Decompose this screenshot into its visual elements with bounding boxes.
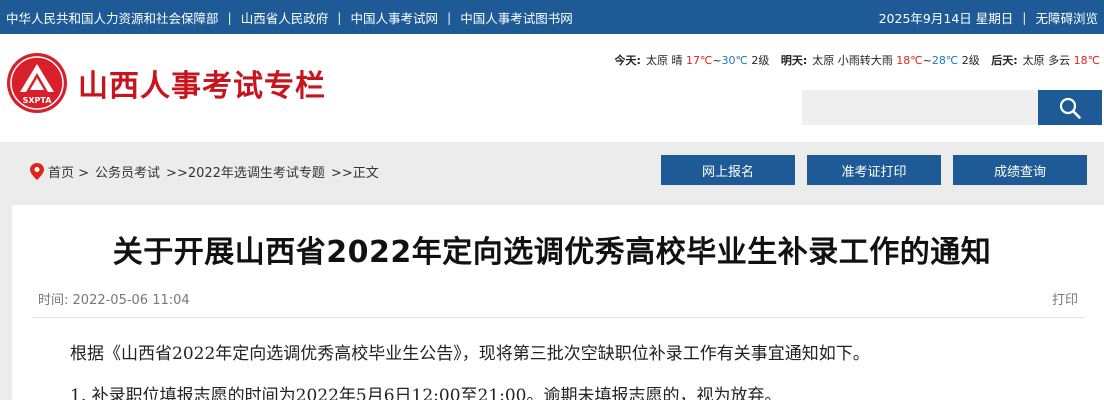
weather-today: 今天: 太原 晴 17℃~30℃ 2级 — [614, 54, 770, 67]
location-pin-icon — [30, 163, 44, 180]
sxpta-logo-icon: SXPTA — [7, 53, 67, 113]
print-link[interactable]: 打印 — [1052, 289, 1078, 308]
site-name: 山西人事考试专栏 — [78, 69, 326, 104]
link-cpta[interactable]: 中国人事考试网 — [350, 8, 438, 27]
article-paragraph: 根据《山西省2022年定向选调优秀高校毕业生公告》，现将第三批次空缺职位补录工作… — [70, 344, 870, 364]
breadcrumb-topic[interactable]: >>2022年选调生考试专题 — [166, 162, 325, 181]
score-query-button[interactable]: 成绩查询 — [953, 155, 1087, 185]
admission-ticket-button[interactable]: 准考证打印 — [807, 155, 941, 185]
current-date: 2025年9月14日 星期日 — [878, 10, 1014, 26]
weather-widget: 今天: 太原 晴 17℃~30℃ 2级 明天: 太原 小雨转大雨 18℃~28℃ 2… — [615, 52, 1100, 68]
accessibility-link[interactable]: 无障碍浏览 — [1035, 8, 1098, 27]
article-paragraph: 1. 补录职位填报志愿的时间为2022年5月6日12:00至21:00。逾期未填… — [70, 386, 782, 400]
search-input[interactable] — [802, 90, 1038, 125]
link-mohrss[interactable]: 中华人民共和国人力资源和社会保障部 — [6, 8, 219, 27]
site-header: SXPTA 山西人事考试专栏 今天: 太原 晴 17℃~30℃ 2级 明天: 太原 … — [0, 34, 1104, 142]
separator: | — [227, 9, 232, 25]
top-links: 中华人民共和国人力资源和社会保障部 | 山西省人民政府 | 中国人事考试网 | … — [6, 0, 573, 34]
article-meta: 时间: 2022-05-06 11:04 — [38, 289, 190, 308]
link-cpta-books[interactable]: 中国人事考试图书网 — [460, 8, 573, 27]
weather-tomorrow: 明天: 太原 小雨转大雨 18℃~28℃ 2级 — [780, 54, 980, 67]
separator: | — [446, 9, 452, 25]
article-panel: 关于开展山西省2022年定向选调优秀高校毕业生补录工作的通知 时间: 2022-… — [12, 205, 1104, 400]
divider — [32, 317, 1084, 318]
breadcrumb-home[interactable]: 首页 > — [48, 162, 89, 181]
search-button[interactable] — [1038, 90, 1102, 125]
online-registration-button[interactable]: 网上报名 — [661, 155, 795, 185]
weather-after-tomorrow: 后天: 太原 多云 18℃ — [991, 54, 1100, 67]
search-icon — [1059, 97, 1081, 119]
separator: | — [337, 9, 342, 25]
separator: | — [1022, 9, 1027, 25]
link-shanxi-gov[interactable]: 山西省人民政府 — [241, 8, 329, 27]
search-box — [802, 90, 1102, 125]
top-bar: 中华人民共和国人力资源和社会保障部 | 山西省人民政府 | 中国人事考试网 | … — [0, 0, 1104, 34]
breadcrumb-current: >>正文 — [330, 166, 379, 181]
logo-abbr: SXPTA — [23, 96, 53, 105]
breadcrumb: 首页 > 公务员考试 >>2022年选调生考试专题 >>正文 — [30, 162, 385, 181]
site-logo[interactable]: SXPTA 山西人事考试专栏 — [6, 52, 326, 114]
breadcrumb-civil-service[interactable]: 公务员考试 — [95, 162, 160, 181]
time-value: 2022-05-06 11:04 — [72, 293, 190, 308]
quick-nav: 网上报名 准考证打印 成绩查询 — [661, 155, 1087, 185]
time-label: 时间: — [38, 293, 69, 308]
article-title: 关于开展山西省2022年定向选调优秀高校毕业生补录工作的通知 — [112, 235, 992, 270]
top-right: 2025年9月14日 星期日 | 无障碍浏览 — [879, 0, 1098, 34]
